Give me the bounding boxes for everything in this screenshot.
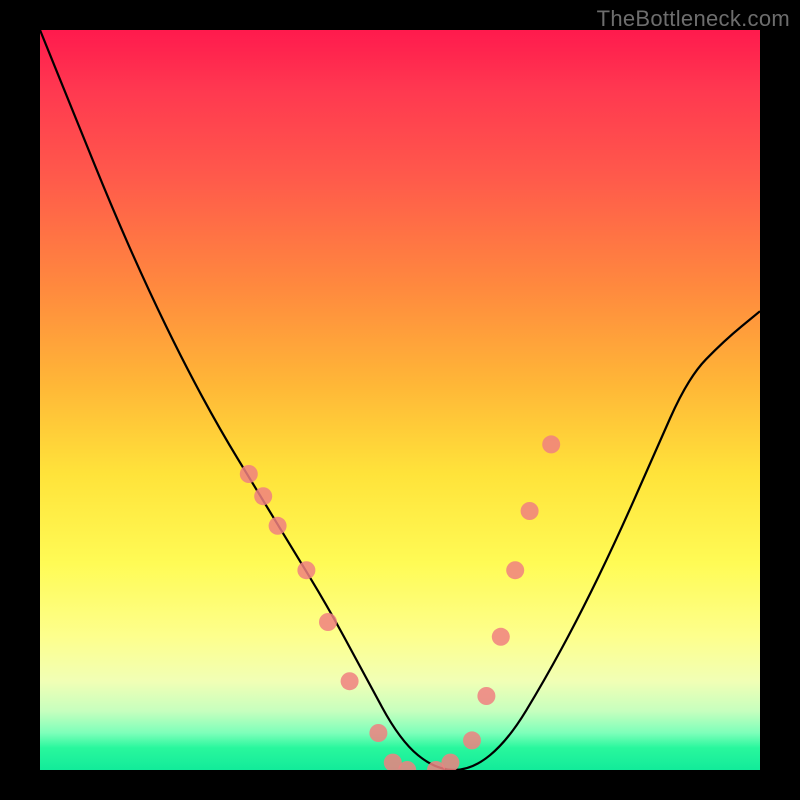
highlight-dots <box>240 435 560 770</box>
highlight-dot <box>477 687 495 705</box>
highlight-dot <box>369 724 387 742</box>
highlight-dot <box>254 487 272 505</box>
highlight-dot <box>269 517 287 535</box>
chart-frame: TheBottleneck.com <box>0 0 800 800</box>
highlight-dot <box>441 754 459 770</box>
bottleneck-curve <box>40 30 760 770</box>
highlight-dot <box>341 672 359 690</box>
highlight-dot <box>297 561 315 579</box>
highlight-dot <box>542 435 560 453</box>
highlight-dot <box>521 502 539 520</box>
highlight-dot <box>463 731 481 749</box>
watermark-text: TheBottleneck.com <box>597 6 790 32</box>
chart-svg <box>40 30 760 770</box>
highlight-dot <box>319 613 337 631</box>
plot-area <box>40 30 760 770</box>
highlight-dot <box>492 628 510 646</box>
highlight-dot <box>240 465 258 483</box>
highlight-dot <box>506 561 524 579</box>
